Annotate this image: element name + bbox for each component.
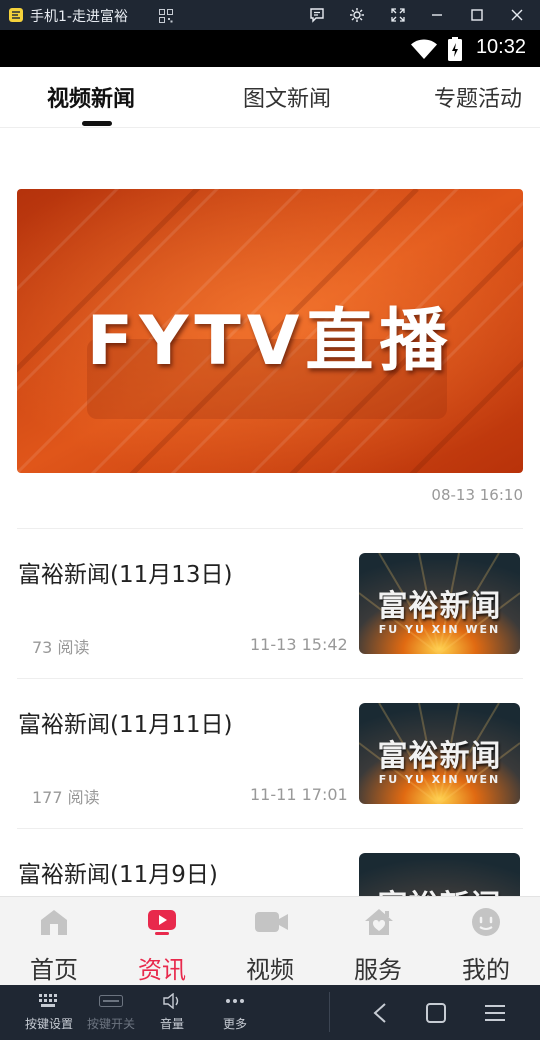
news-item[interactable]: 富裕新闻(11月11日) 177 阅读 11-11 17:01 富裕新闻 FU …: [0, 679, 540, 829]
key-toggle-icon: [76, 991, 146, 1011]
nav-service[interactable]: 服务: [324, 897, 432, 986]
maximize-icon[interactable]: [467, 5, 487, 25]
news-title: 富裕新闻(11月9日): [18, 862, 218, 888]
active-tab-indicator: [82, 121, 112, 126]
key-settings-button[interactable]: 按键设置: [14, 991, 84, 1032]
thumbnail-title: 富裕新闻: [377, 589, 502, 624]
news-timestamp: 11-13 15:42: [250, 635, 348, 654]
nav-news[interactable]: 资讯: [108, 897, 216, 986]
nav-profile[interactable]: 我的: [432, 897, 540, 986]
status-time: 10:32: [475, 36, 526, 58]
nav-home[interactable]: 首页: [0, 897, 108, 986]
read-count: 73 阅读: [32, 638, 90, 657]
home-square-icon[interactable]: [422, 999, 450, 1027]
tab-special-events[interactable]: 专题活动: [434, 81, 522, 113]
read-count: 177 阅读: [32, 788, 100, 807]
minimize-icon[interactable]: [427, 5, 447, 25]
news-item[interactable]: 富裕新闻(11月13日) 73 阅读 11-13 15:42 富裕新闻 FU Y…: [0, 529, 540, 679]
emulator-title-bar: 手机1-走进富裕: [0, 0, 540, 30]
service-house-icon: [363, 907, 393, 937]
toolbar-label: 按键设置: [24, 1017, 73, 1031]
news-title: 富裕新闻(11月13日): [18, 562, 233, 588]
news-thumbnail[interactable]: 富裕新闻 FU YU XIN WEN: [359, 703, 520, 804]
back-icon[interactable]: [366, 999, 394, 1027]
nav-label: 我的: [462, 956, 510, 984]
more-button[interactable]: 更多: [200, 991, 270, 1032]
news-play-icon: [147, 907, 177, 937]
toolbar-label: 按键开关: [86, 1017, 135, 1031]
toolbar-label: 更多: [222, 1017, 247, 1031]
close-icon[interactable]: [507, 5, 527, 25]
more-icon: [200, 991, 270, 1011]
nav-label: 资讯: [138, 956, 186, 984]
news-feed[interactable]: FYTV直播 08-13 16:10 富裕新闻(11月13日) 73 阅读 11…: [0, 128, 540, 896]
news-title: 富裕新闻(11月11日): [18, 712, 233, 738]
news-timestamp: 11-11 17:01: [250, 785, 348, 804]
thumbnail-title: 富裕新闻: [377, 739, 502, 774]
status-bar: 10:32: [0, 30, 540, 67]
nav-label: 首页: [30, 956, 78, 984]
home-icon: [39, 907, 69, 937]
fullscreen-icon[interactable]: [388, 5, 408, 25]
emulator-toolbar: 按键设置 按键开关 音量 更多: [0, 985, 540, 1040]
profile-face-icon: [471, 907, 501, 937]
tab-image-news[interactable]: 图文新闻: [243, 81, 331, 113]
thumbnail-subtitle: FU YU XIN WEN: [378, 773, 501, 786]
feedback-icon[interactable]: [307, 5, 327, 25]
news-tabs: 视频新闻 图文新闻 专题活动: [0, 67, 540, 128]
banner-timestamp: 08-13 16:10: [431, 486, 523, 504]
key-toggle-button[interactable]: 按键开关: [76, 991, 146, 1032]
news-thumbnail[interactable]: 富裕新闻: [359, 853, 520, 896]
banner-title: FYTV直播: [86, 302, 454, 381]
emulator-window-title: 手机1-走进富裕: [30, 9, 128, 25]
toolbar-separator: [329, 992, 330, 1032]
nav-label: 服务: [354, 956, 402, 984]
thumbnail-subtitle: FU YU XIN WEN: [378, 623, 501, 636]
battery-charging-icon: [448, 37, 462, 65]
news-item[interactable]: 富裕新闻(11月9日) 富裕新闻: [0, 829, 540, 896]
settings-gear-icon[interactable]: [347, 5, 367, 25]
menu-icon[interactable]: [481, 999, 509, 1027]
video-camera-icon: [255, 907, 288, 937]
nav-label: 视频: [246, 956, 294, 984]
tab-video-news[interactable]: 视频新闻: [47, 81, 135, 113]
wifi-icon: [410, 38, 438, 64]
toolbar-label: 音量: [159, 1017, 184, 1031]
news-thumbnail[interactable]: 富裕新闻 FU YU XIN WEN: [359, 553, 520, 654]
thumbnail-title: 富裕新闻: [359, 881, 520, 896]
volume-icon: [137, 991, 207, 1011]
qr-code-icon[interactable]: [159, 8, 173, 23]
keyboard-icon: [14, 991, 84, 1011]
live-banner[interactable]: FYTV直播: [17, 189, 523, 473]
bottom-navigation: 首页 资讯 视频 服务 我的: [0, 896, 540, 985]
nav-video[interactable]: 视频: [216, 897, 324, 986]
volume-button[interactable]: 音量: [137, 991, 207, 1032]
app-icon: [8, 7, 24, 23]
